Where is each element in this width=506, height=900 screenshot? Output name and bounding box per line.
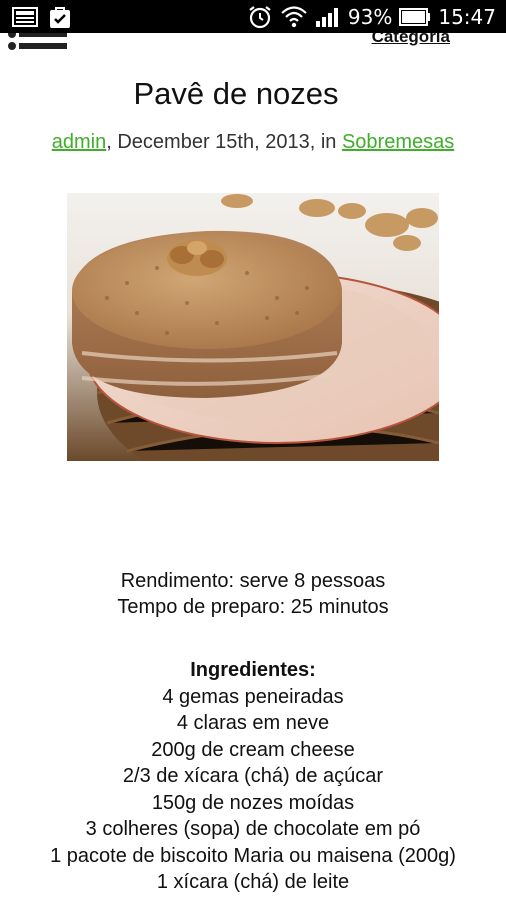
- shopping-bag-check-icon: [48, 5, 72, 29]
- gallery-icon: [12, 6, 38, 27]
- ingredient-item: 1 xícara (chá) de leite: [156, 871, 350, 893]
- battery-percent: 93%: [347, 4, 393, 29]
- ingredient-item: 4 claras em neve: [176, 712, 330, 734]
- recipe-yield: Rendimento: serve 8 pessoas: [120, 570, 386, 592]
- recipe-info: Rendimento: serve 8 pessoas Tempo de pre…: [0, 568, 506, 620]
- ingredient-item: 1 pacote de biscoito Maria ou maisena (2…: [50, 844, 456, 867]
- ingredient-item: 150g de nozes moídas: [151, 791, 355, 814]
- recipe-prep-time: Tempo de preparo: 25 minutos: [117, 596, 389, 618]
- ingredients-heading: Ingredientes:: [190, 659, 316, 681]
- battery-icon: [399, 7, 431, 26]
- category-menu-link[interactable]: Categoria: [372, 33, 450, 47]
- signal-icon: [315, 6, 341, 28]
- list-menu-icon[interactable]: [6, 33, 68, 51]
- author-link[interactable]: admin: [52, 131, 106, 153]
- cake-photo: [67, 193, 439, 461]
- alarm-icon: [247, 4, 273, 30]
- clock: 15:47: [438, 4, 496, 29]
- ingredients-list: Ingredientes: 4 gemas peneiradas 4 clara…: [0, 657, 506, 896]
- post-meta: admin, December 15th, 2013, in Sobremesa…: [0, 131, 506, 154]
- ingredient-item: 2/3 de xícara (chá) de açúcar: [122, 765, 384, 787]
- ingredient-item: 4 gemas peneiradas: [162, 685, 344, 708]
- site-header: Categoria: [0, 33, 506, 51]
- category-link[interactable]: Sobremesas: [342, 131, 454, 153]
- ingredient-item: 200g de cream cheese: [151, 738, 355, 761]
- post-date: , December 15th, 2013, in: [106, 131, 342, 153]
- post-title: Pavê de nozes: [133, 76, 339, 111]
- wifi-icon: [280, 5, 308, 29]
- ingredient-item: 3 colheres (sopa) de chocolate em pó: [85, 818, 421, 840]
- status-bar: 93% 15:47: [0, 0, 506, 33]
